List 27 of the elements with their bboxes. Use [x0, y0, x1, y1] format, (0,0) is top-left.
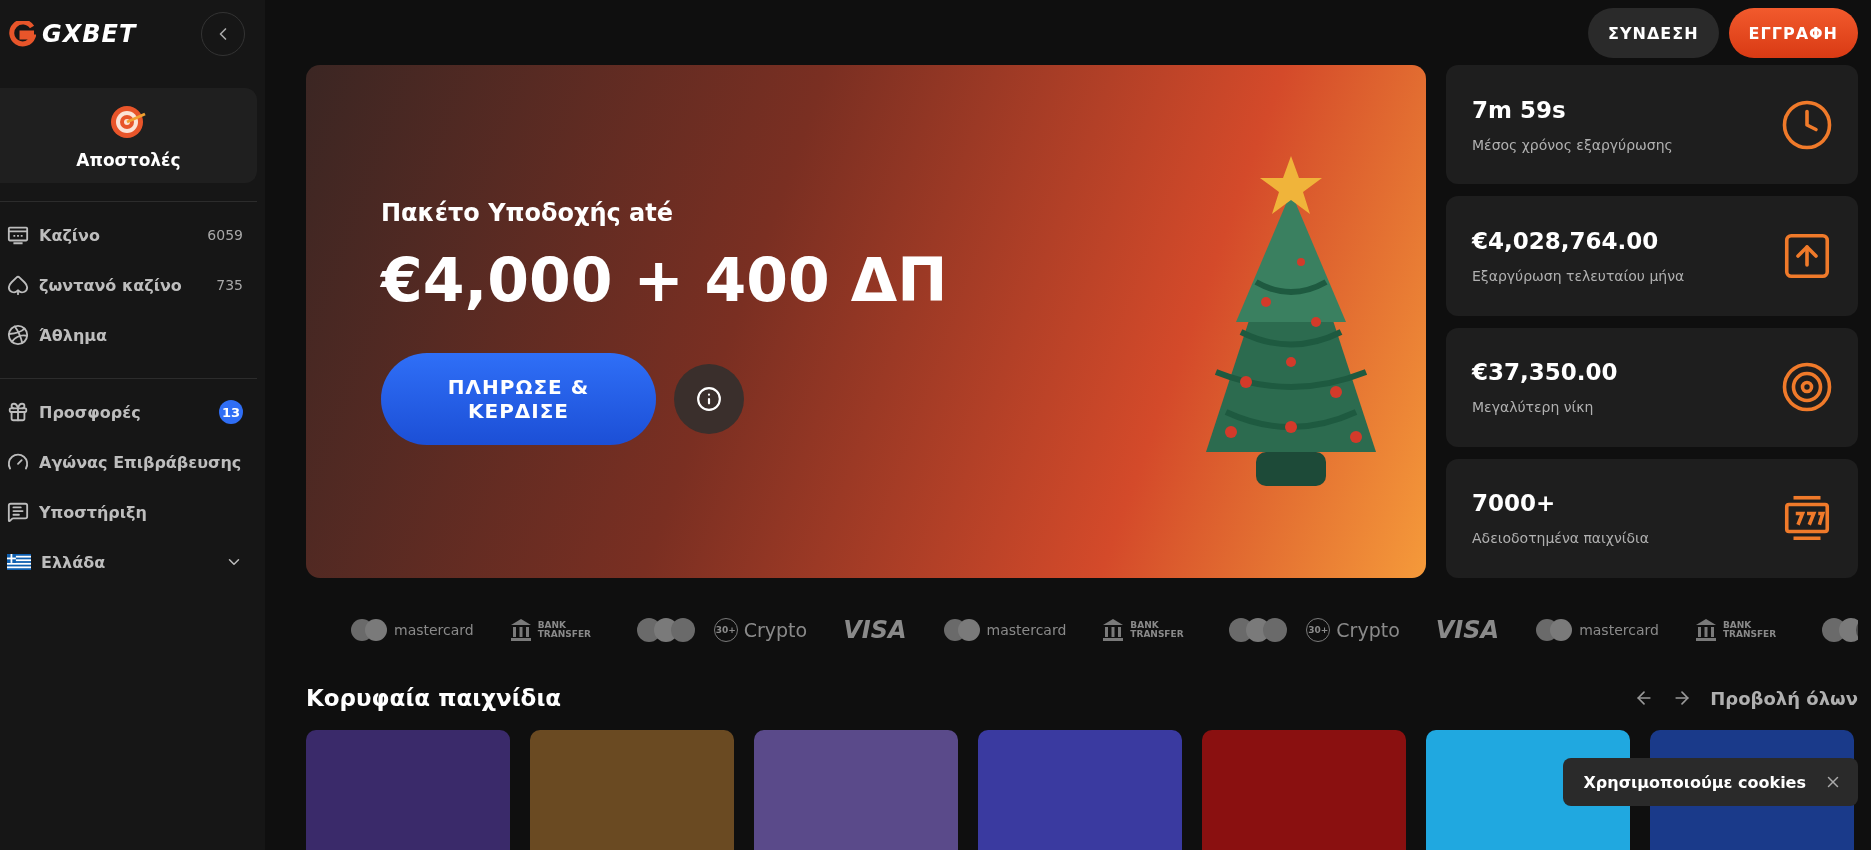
missions-label: Αποστολές: [76, 149, 181, 170]
visa-logo: VISA: [1435, 616, 1500, 644]
stat-label: Αδειοδοτημένα παιχνίδια: [1472, 530, 1649, 547]
visa-logo: VISA: [843, 616, 907, 644]
stat-label: Εξαργύρωση τελευταίου μήνα: [1472, 267, 1685, 284]
section-title: Κορυφαία παιχνίδια: [306, 685, 562, 711]
banner-headline: €4,000 + 400 ΔΠ: [381, 244, 948, 315]
stat-label: Μεγαλύτερη νίκη: [1472, 399, 1595, 416]
stat-value: €4,028,764.00: [1472, 227, 1660, 254]
mastercard-logo: mastercard: [1535, 618, 1659, 642]
mastercard-logo: mastercard: [942, 618, 1067, 642]
stat-label: Μέσος χρόνος εξαργύρωσης: [1472, 136, 1673, 153]
crypto-logo: 30+ Crypto: [1228, 617, 1400, 643]
cookie-text: Χρησιμοποιούμε cookies: [1583, 772, 1806, 792]
bank-transfer-logo: BANK TRANSFER: [509, 618, 600, 642]
logo-text: GXBET: [42, 20, 137, 48]
crypto-logo: 30+ Crypto: [635, 617, 808, 643]
item-count: 6059: [207, 227, 243, 243]
mastercard-logo: mastercard: [350, 618, 474, 642]
stat-value: €37,350.00: [1472, 359, 1618, 386]
stat-value: 7000+: [1472, 490, 1557, 517]
count-badge: 13: [219, 400, 243, 424]
stat-value: 7m 59s: [1472, 96, 1567, 123]
item-count: 735: [216, 277, 243, 293]
bank-transfer-logo: BANK TRANSFER: [1694, 618, 1785, 642]
banner-subtitle: Πακέτο Υποδοχής até: [381, 198, 674, 227]
bank-transfer-logo: BANK TRANSFER: [1102, 618, 1193, 642]
